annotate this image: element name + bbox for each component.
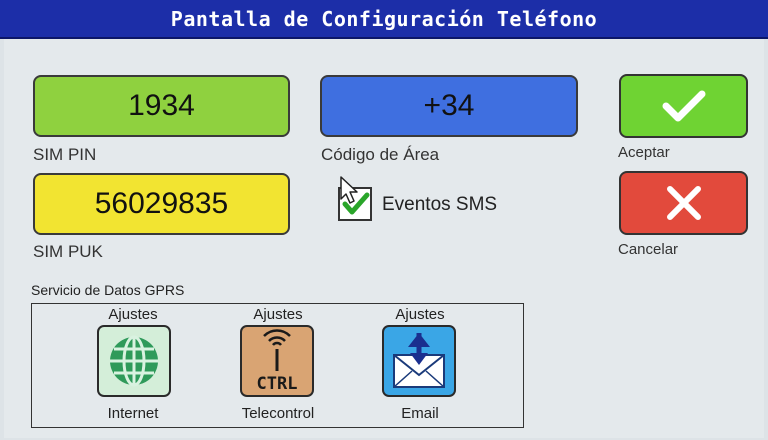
sms-events-label: Eventos SMS — [382, 194, 498, 215]
gprs-section-title: Servicio de Datos GPRS — [31, 282, 185, 298]
internet-settings-button[interactable] — [97, 325, 171, 397]
envelope-icon — [393, 333, 445, 388]
email-settings-button[interactable] — [382, 325, 456, 397]
telecontrol-settings-button[interactable]: CTRL — [240, 325, 314, 397]
antenna-ctrl-icon: CTRL — [257, 329, 298, 394]
globe-icon — [110, 335, 158, 387]
cancel-label: Cancelar — [618, 241, 679, 258]
accept-label: Aceptar — [618, 144, 670, 161]
telecontrol-settings-caption: Ajustes — [253, 306, 303, 323]
area-code-label: Código de Área — [321, 145, 440, 164]
sim-pin-label: SIM PIN — [33, 145, 97, 164]
accept-button[interactable] — [619, 74, 748, 138]
sim-puk-field[interactable]: 56029835 — [33, 173, 290, 235]
area-code-field[interactable]: +34 — [320, 75, 578, 137]
sim-pin-value: 1934 — [128, 89, 195, 122]
telecontrol-label: Telecontrol — [241, 405, 315, 422]
checkmark-icon — [662, 90, 705, 122]
email-settings-caption: Ajustes — [395, 306, 445, 323]
gprs-services-group: Ajustes Internet Ajustes CTRL Telecontro… — [31, 303, 524, 428]
sim-puk-value: 56029835 — [94, 187, 229, 220]
email-label: Email — [401, 405, 439, 422]
close-icon — [666, 186, 701, 220]
page-title: Pantalla de Configuración Teléfono — [170, 6, 598, 31]
pointer-cursor-icon — [340, 176, 358, 204]
internet-label: Internet — [107, 405, 159, 422]
sim-puk-label: SIM PUK — [33, 242, 103, 261]
settings-panel: 1934 SIM PIN +34 Código de Área 56029835… — [4, 39, 764, 438]
title-bar: Pantalla de Configuración Teléfono — [0, 0, 768, 39]
ctrl-icon-text: CTRL — [257, 374, 298, 394]
internet-settings-caption: Ajustes — [108, 306, 158, 323]
area-code-value: +34 — [423, 89, 475, 122]
sim-pin-field[interactable]: 1934 — [33, 75, 290, 137]
cancel-button[interactable] — [619, 171, 748, 235]
